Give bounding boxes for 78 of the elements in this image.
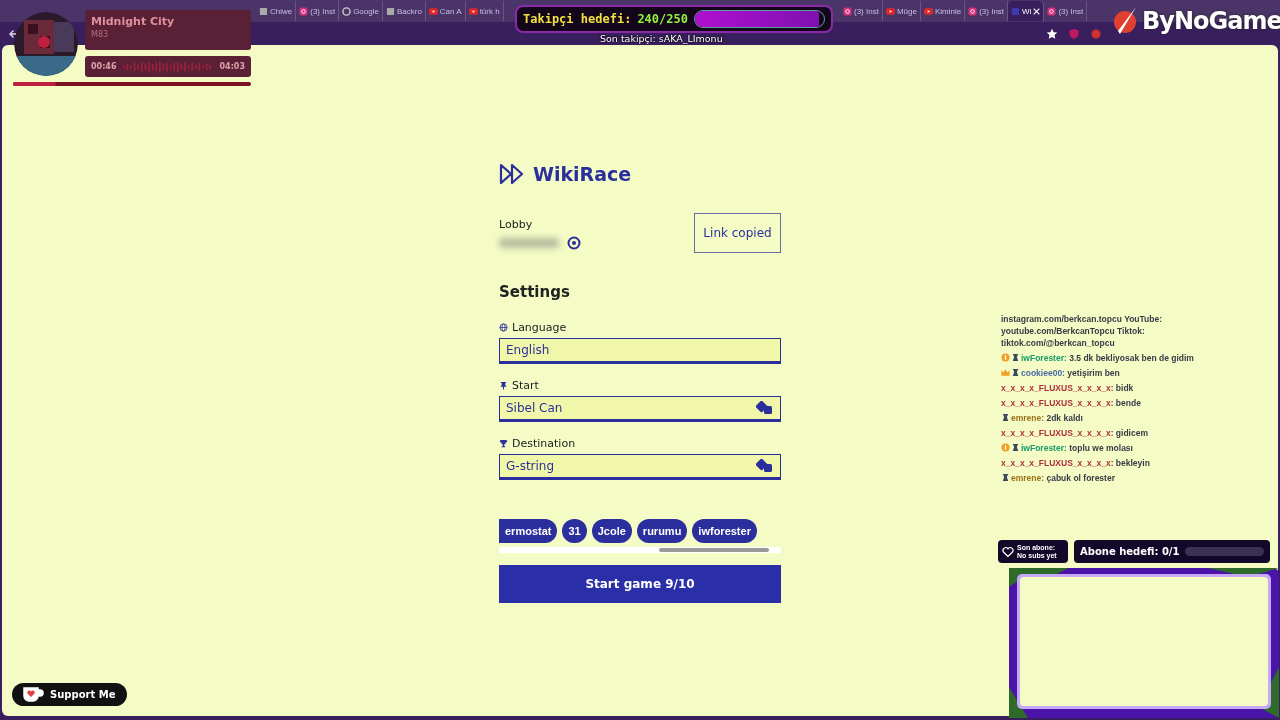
browser-tab[interactable]: (3) Inst xyxy=(296,1,340,21)
player-chip: iwforester xyxy=(692,519,757,543)
chat-message: x_x_x_x_FLUXUS_x_x_x_x: bende xyxy=(1001,397,1142,409)
pin-icon xyxy=(499,381,508,390)
dice-icon[interactable] xyxy=(756,401,774,415)
lobby-label: Lobby xyxy=(499,218,533,231)
browser-tab[interactable]: (3) Inst xyxy=(1044,1,1088,21)
app-title: WikiRace xyxy=(533,163,632,185)
figure-icon xyxy=(1011,443,1020,452)
extension-icon[interactable] xyxy=(1090,27,1102,40)
chat-message: x_x_x_x_FLUXUS_x_x_x_x: gidicem xyxy=(1001,427,1149,439)
instagram-icon xyxy=(843,6,852,16)
sub-goal-label: Abone hedefi: 0/1 xyxy=(1080,546,1180,557)
goal-label: Takipçi hedefi: xyxy=(523,12,632,26)
instagram-icon xyxy=(1047,6,1057,16)
browser-tab[interactable]: Müge xyxy=(882,1,921,21)
star-icon[interactable] xyxy=(1046,27,1058,40)
globe-icon xyxy=(499,323,508,332)
section-heading: Settings xyxy=(499,283,571,301)
browser-tab[interactable]: Google xyxy=(339,1,383,21)
page-icon xyxy=(259,6,268,16)
last-follower-text: Son takipçi: sAKA_LImonu xyxy=(600,33,723,44)
field-label: Language xyxy=(512,321,567,334)
input-field[interactable]: G-string xyxy=(499,454,781,480)
artist-name: M83 xyxy=(91,30,110,39)
player-chip: rurumu xyxy=(636,519,688,543)
chat-message: iwForester: toplu we molası xyxy=(1001,442,1201,454)
figure-icon xyxy=(1001,413,1010,422)
browser-tab[interactable]: Chiwe xyxy=(256,1,297,21)
close-icon[interactable] xyxy=(1033,7,1041,15)
figure-icon xyxy=(1001,473,1010,482)
browser-tab[interactable]: (3) Inst xyxy=(840,1,883,21)
play-icon xyxy=(885,6,895,16)
duration-time: 04:03 xyxy=(219,62,245,71)
chat-message: instagram.com/berkcan.topcu YouTube: youtube.com/BerkcanTopcu Tiktok: tiktok.com/@berkcan_topcu xyxy=(1001,313,1164,349)
coin-icon xyxy=(1001,353,1010,362)
goal-count: 240/250 xyxy=(637,12,688,26)
heart-icon xyxy=(1002,545,1014,558)
dice-icon[interactable] xyxy=(756,459,774,473)
chat-message: emrene: çabuk ol forester xyxy=(1001,472,1201,484)
play-icon xyxy=(468,6,478,16)
cup-icon xyxy=(22,686,44,703)
chat-message: x_x_x_x_FLUXUS_x_x_x_x: bekleyin xyxy=(1001,457,1151,469)
browser-tab[interactable]: Can A xyxy=(425,1,466,21)
input-field[interactable]: Sibel Can xyxy=(499,396,781,422)
chat-message: iwForester: 3.5 dk bekliyosak ben de gidim xyxy=(1001,352,1201,364)
play-icon xyxy=(428,6,438,16)
player-chip: Jcole xyxy=(591,519,632,543)
page-icon xyxy=(385,6,395,16)
coin-icon xyxy=(1001,443,1010,452)
fast-forward-icon xyxy=(499,163,525,185)
crown-icon xyxy=(1001,368,1010,377)
browser-tab[interactable]: Wi xyxy=(1008,1,1045,21)
play-icon xyxy=(923,6,933,16)
player-chip: 31 xyxy=(562,519,587,543)
chat-message: emrene: 2dk kaldı xyxy=(1001,412,1201,424)
song-title: Midnight City xyxy=(91,15,176,28)
browser-tab[interactable]: Backro xyxy=(382,1,426,21)
support-button[interactable]: Support Me xyxy=(12,683,128,706)
instagram-icon xyxy=(968,6,978,16)
chat-message: cookiee00: yetişirim ben xyxy=(1001,367,1201,379)
browser-tab[interactable]: türk h xyxy=(465,1,504,21)
logo-text: ByNoGame xyxy=(1142,7,1280,35)
blurred-code xyxy=(499,238,559,248)
page-icon xyxy=(1011,6,1021,16)
browser-tab[interactable]: Kiminle xyxy=(920,1,966,21)
instagram-icon xyxy=(299,6,309,16)
elapsed-time: 00:46 xyxy=(91,62,117,71)
field-label: Destination xyxy=(512,437,576,450)
chat-message: x_x_x_x_FLUXUS_x_x_x_x: bidk xyxy=(1001,382,1135,394)
field-label: Start xyxy=(512,379,539,392)
player-chip: ermostat xyxy=(499,519,558,543)
input-field[interactable]: English xyxy=(499,338,781,364)
start-game-button[interactable]: Start game 9/10 xyxy=(499,565,781,603)
eye-icon[interactable] xyxy=(567,236,581,250)
copy-link-button[interactable]: Link copied xyxy=(694,213,781,253)
trophy-icon xyxy=(499,439,508,448)
scrollbar[interactable] xyxy=(499,547,781,553)
